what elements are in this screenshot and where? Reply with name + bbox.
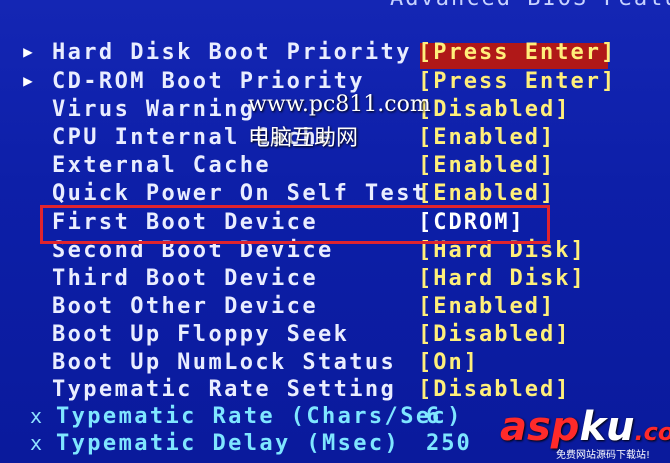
setting-value[interactable]: [Disabled]: [418, 97, 570, 122]
setting-label: Boot Up Floppy Seek: [52, 322, 350, 347]
submenu-arrow-icon: ▶: [23, 71, 33, 90]
submenu-arrow-icon: ▶: [23, 42, 33, 61]
setting-label: Virus Warning: [52, 97, 256, 122]
setting-label: Quick Power On Self Test: [52, 181, 428, 206]
setting-label: Typematic Rate Setting: [52, 377, 397, 402]
setting-row-boot-up-numlock-status[interactable]: Boot Up NumLock Status [On]: [0, 350, 670, 378]
setting-row-boot-up-floppy-seek[interactable]: Boot Up Floppy Seek [Disabled]: [0, 322, 670, 350]
setting-label: CD-ROM Boot Priority: [52, 69, 365, 94]
setting-value[interactable]: [Enabled]: [418, 125, 555, 150]
setting-value[interactable]: [Hard Disk]: [418, 266, 586, 291]
setting-label: External Cache: [52, 153, 272, 178]
logo-part-ku: ku: [579, 404, 635, 450]
setting-label: Third Boot Device: [52, 266, 318, 291]
logo-part-com: .com: [634, 418, 670, 446]
setting-label: Hard Disk Boot Priority: [52, 40, 412, 65]
setting-row-boot-other-device[interactable]: Boot Other Device [Enabled]: [0, 294, 670, 322]
annotation-highlight-box: [40, 205, 550, 244]
setting-value[interactable]: [Disabled]: [418, 322, 570, 347]
setting-label: Boot Up NumLock Status: [52, 350, 397, 375]
setting-label: Typematic Rate (Chars/Sec): [56, 404, 463, 429]
setting-value[interactable]: [Press Enter]: [418, 69, 616, 94]
disabled-x-icon: x: [29, 404, 43, 428]
setting-value[interactable]: [Enabled]: [418, 294, 555, 319]
watermark-site-name: 电脑互助网: [248, 126, 359, 151]
setting-value[interactable]: [Enabled]: [418, 181, 555, 206]
setting-value[interactable]: [Enabled]: [418, 153, 555, 178]
watermark-url: www.pc811.com: [248, 92, 431, 117]
setting-value: 250: [426, 431, 472, 456]
disabled-x-icon: x: [29, 431, 43, 455]
setting-value[interactable]: [On]: [418, 350, 479, 375]
setting-row-third-boot-device[interactable]: Third Boot Device [Hard Disk]: [0, 266, 670, 294]
logo-part-asp: asp: [500, 404, 580, 450]
site-logo: aspku.com: [500, 404, 670, 450]
setting-row-external-cache[interactable]: External Cache [Enabled]: [0, 153, 670, 181]
setting-value[interactable]: [Disabled]: [418, 377, 570, 402]
bios-page-title: Advanced BIOS Featu: [390, 0, 670, 11]
bios-screen: Advanced BIOS Featu ▶ Hard Disk Boot Pri…: [0, 0, 670, 463]
setting-value: 6: [426, 404, 442, 429]
setting-row-hard-disk-boot-priority[interactable]: ▶ Hard Disk Boot Priority [Press Enter]: [0, 40, 670, 68]
logo-tagline: 免费网站源码下载站!: [556, 450, 651, 461]
setting-label: Boot Other Device: [52, 294, 318, 319]
setting-row-typematic-rate-setting[interactable]: Typematic Rate Setting [Disabled]: [0, 377, 670, 405]
setting-value[interactable]: [Press Enter]: [418, 40, 616, 65]
setting-label: Typematic Delay (Msec): [56, 431, 401, 456]
